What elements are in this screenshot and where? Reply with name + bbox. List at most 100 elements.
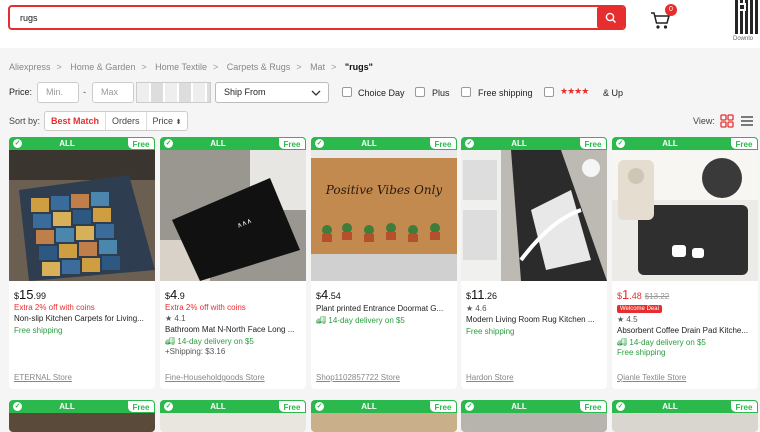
product-card[interactable]: ✓ ALL Free: [311, 400, 457, 432]
breadcrumb-item-aliexpress[interactable]: Aliexpress: [9, 62, 51, 72]
free-badge: Free: [429, 400, 457, 413]
all-badge: ALL: [59, 402, 75, 411]
delivery-label: 🚚︎ 14-day delivery on $5: [617, 338, 706, 347]
free-shipping-label: Free shipping: [466, 327, 515, 336]
search-icon: [605, 12, 616, 23]
welcome-deal-badge: Welcome Deal: [617, 305, 662, 313]
app-qr-code[interactable]: [735, 0, 760, 34]
free-badge: Free: [730, 137, 758, 150]
coins-discount: Extra 2% off with coins: [165, 303, 246, 312]
product-card[interactable]: ✓ ALL Free Positive Vibes Only $4.54 Pla…: [311, 137, 457, 389]
free-shipping-checkbox[interactable]: [461, 87, 471, 97]
search-button[interactable]: [597, 7, 624, 28]
store-link[interactable]: ETERNAL Store: [14, 373, 72, 382]
all-badge: ALL: [662, 139, 678, 148]
product-price: $15.99: [14, 287, 46, 302]
price-histogram[interactable]: [136, 82, 211, 103]
kitchen-rug-image: [9, 150, 155, 281]
search-bar: [8, 5, 626, 30]
coins-discount: Extra 2% off with coins: [14, 303, 95, 312]
rating-checkbox[interactable]: [544, 87, 554, 97]
breadcrumb-item-carpets-rugs[interactable]: Carpets & Rugs: [227, 62, 291, 72]
product-image[interactable]: [160, 413, 306, 432]
shipping-cost: +Shipping: $3.16: [165, 347, 226, 356]
store-link[interactable]: Qianle Textile Store: [617, 373, 686, 382]
rating-and-up-label: & Up: [603, 88, 624, 98]
store-link[interactable]: Fine-Householdgoods Store: [165, 373, 265, 382]
product-card[interactable]: ✓ ALL Free: [9, 400, 155, 432]
product-title[interactable]: Modern Living Room Rug Kitchen ...: [466, 315, 602, 324]
product-card[interactable]: ✓ ALL Free: [461, 400, 607, 432]
chevron-down-icon: [311, 90, 321, 96]
all-badge: ALL: [361, 139, 377, 148]
plus-checkbox[interactable]: [415, 87, 425, 97]
all-badge: ALL: [361, 402, 377, 411]
free-badge: Free: [730, 400, 758, 413]
product-card[interactable]: ✓ ALL Free $11.26 ★ 4.6 Modern Living Ro…: [461, 137, 607, 389]
all-badge: ALL: [59, 139, 75, 148]
product-price: $4.9: [165, 287, 185, 302]
truck-icon: 🚚︎: [165, 337, 176, 346]
sort-bar: Sort by: Best Match Orders Price ⬍ View:: [9, 111, 754, 131]
list-view-icon[interactable]: [740, 114, 754, 128]
breadcrumb-item-home-textile[interactable]: Home Textile: [155, 62, 207, 72]
product-image[interactable]: [311, 413, 457, 432]
choice-badge-bar: ✓ ALL Free: [612, 137, 758, 150]
cart-button[interactable]: 0: [649, 4, 679, 30]
product-card[interactable]: ✓ ALL Free $15.99 Extra 2% off with coin…: [9, 137, 155, 389]
choice-badge-bar: ✓ ALL Free: [311, 400, 457, 413]
product-image[interactable]: [461, 150, 607, 281]
price-min-input[interactable]: Min.: [37, 82, 79, 103]
product-image[interactable]: ∧∧∧: [160, 150, 306, 281]
product-card[interactable]: ✓ ALL Free ∧∧∧ $4.9 Extra 2% off with co…: [160, 137, 306, 389]
choice-day-checkbox[interactable]: [342, 87, 352, 97]
product-card[interactable]: ✓ ALL Free $1.48 $13.22 Welcome Deal ★ 4.…: [612, 137, 758, 389]
view-label: View:: [693, 116, 715, 126]
product-image[interactable]: [612, 150, 758, 281]
product-title[interactable]: Bathroom Mat N-North Face Long ...: [165, 325, 301, 334]
grid-view-icon[interactable]: [720, 114, 734, 128]
breadcrumb-item-mat[interactable]: Mat: [310, 62, 325, 72]
product-card[interactable]: ✓ ALL Free: [160, 400, 306, 432]
product-price: $4.54: [316, 287, 341, 302]
breadcrumb-current: "rugs": [344, 62, 373, 72]
product-image[interactable]: [461, 413, 607, 432]
sort-price[interactable]: Price ⬍: [147, 112, 188, 130]
product-rating: ★ 4.5: [617, 315, 638, 324]
product-title[interactable]: Absorbent Coffee Drain Pad Kitche...: [617, 326, 753, 335]
product-image[interactable]: [612, 413, 758, 432]
free-badge: Free: [579, 137, 607, 150]
sort-options: Best Match Orders Price ⬍: [44, 111, 189, 131]
free-badge: Free: [127, 400, 155, 413]
doormat-text: Positive Vibes Only: [325, 183, 443, 197]
product-title[interactable]: Non-slip Kitchen Carpets for Living...: [14, 314, 150, 323]
product-image[interactable]: Positive Vibes Only: [311, 150, 457, 281]
choice-badge-bar: ✓ ALL Free: [160, 400, 306, 413]
download-app-label[interactable]: Downlo: [733, 36, 753, 42]
doormat-image: Positive Vibes Only: [311, 150, 457, 281]
product-title[interactable]: Plant printed Entrance Doormat G...: [316, 304, 452, 313]
product-card[interactable]: ✓ ALL Free: [612, 400, 758, 432]
ship-from-dropdown[interactable]: Ship From: [215, 82, 329, 103]
search-input[interactable]: [20, 11, 580, 25]
truck-icon: 🚚︎: [617, 338, 628, 347]
choice-badge-bar: ✓ ALL Free: [311, 137, 457, 150]
free-shipping-label: Free shipping: [14, 326, 63, 335]
product-rating: ★ 4.1: [165, 314, 186, 323]
product-price: $11.26: [466, 287, 498, 302]
sort-orders[interactable]: Orders: [106, 112, 147, 130]
sort-best-match[interactable]: Best Match: [45, 112, 107, 130]
choice-badge-bar: ✓ ALL Free: [9, 400, 155, 413]
store-link[interactable]: Shop1102857722 Store: [316, 373, 400, 382]
store-link[interactable]: Hardon Store: [466, 373, 514, 382]
product-image[interactable]: [9, 150, 155, 281]
price-max-input[interactable]: Max: [92, 82, 134, 103]
sort-label: Sort by:: [9, 116, 41, 126]
free-shipping-label: Free shipping: [478, 88, 533, 98]
breadcrumb: Aliexpress > Home & Garden > Home Textile >…: [9, 62, 373, 72]
product-image[interactable]: [9, 413, 155, 432]
product-price: $1.48 $13.22: [617, 287, 670, 302]
breadcrumb-item-home-garden[interactable]: Home & Garden: [70, 62, 135, 72]
all-badge: ALL: [511, 402, 527, 411]
choice-badge-bar: ✓ ALL Free: [160, 137, 306, 150]
